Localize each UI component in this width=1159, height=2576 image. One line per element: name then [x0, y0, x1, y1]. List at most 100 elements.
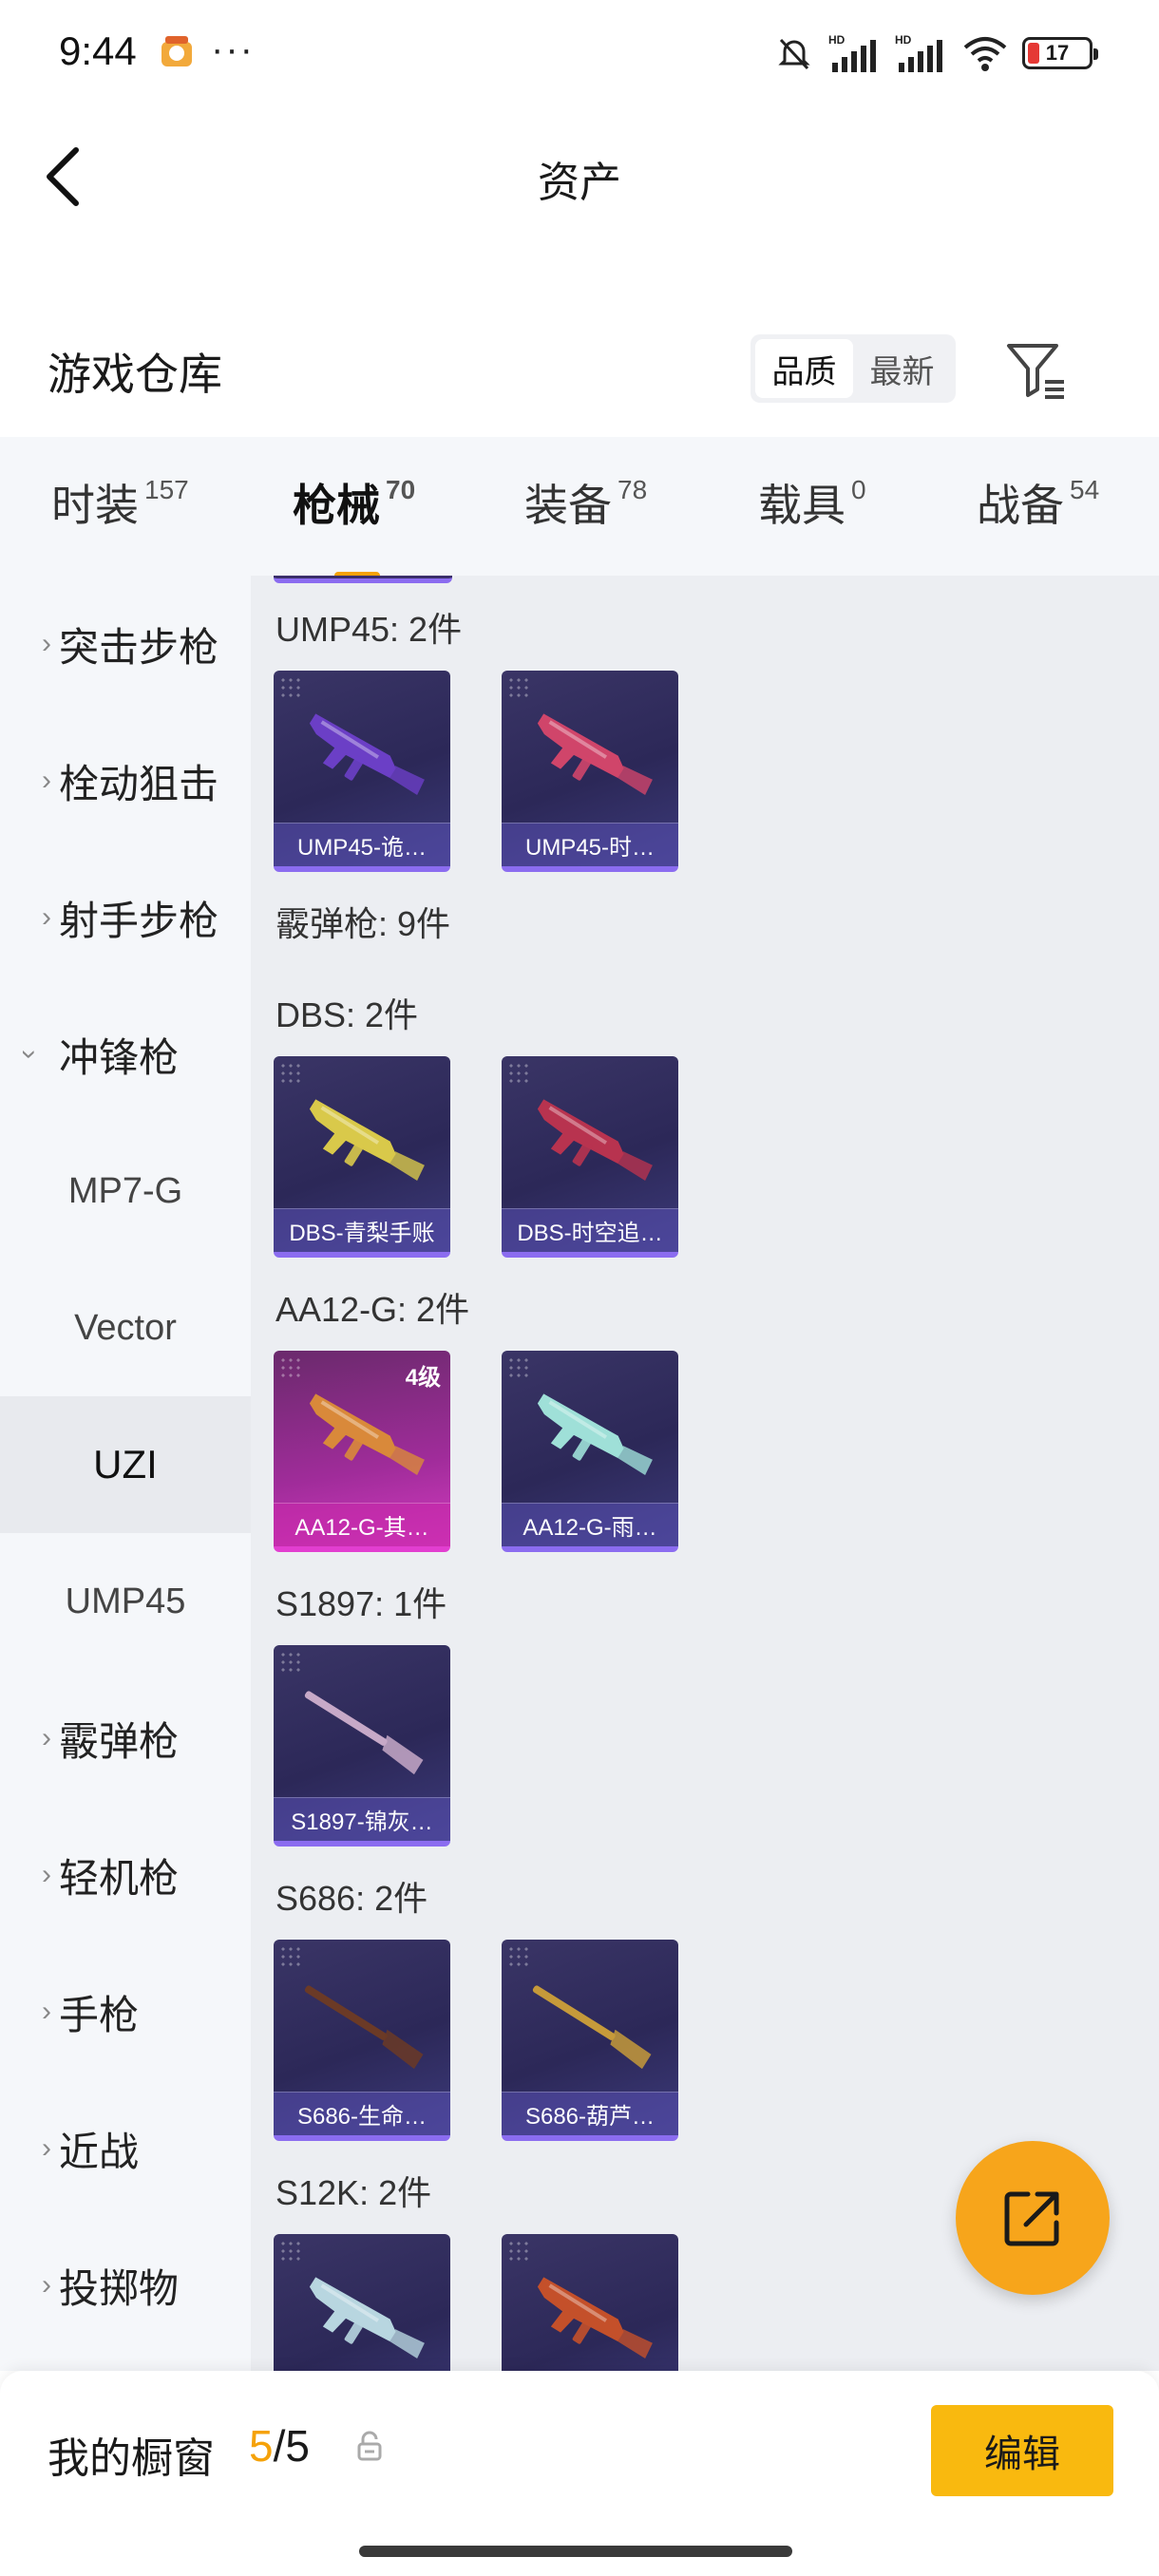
sort-by-quality[interactable]: 品质: [755, 339, 853, 398]
weapon-category-sidebar: › 突击步枪 › 栓动狙击 › 射手步枪 › 冲锋枪 MP7-G Vector …: [0, 576, 251, 2371]
sidebar-item-label: 轻机枪: [59, 1855, 180, 1901]
status-bar: 9:44 ··· HD HD 17: [0, 0, 1159, 104]
sidebar-item-lmg[interactable]: › 轻机枪: [0, 1807, 251, 1943]
sidebar-item-melee[interactable]: › 近战: [0, 2080, 251, 2217]
card-partial[interactable]: [274, 576, 452, 583]
sidebar-item-throwable[interactable]: › 投掷物: [0, 2217, 251, 2354]
skin-card[interactable]: S686-生命…: [274, 1940, 450, 2141]
card-corner-pattern: [279, 1062, 304, 1087]
smg-icon: [309, 713, 425, 796]
card-corner-pattern: [279, 676, 304, 701]
shotgun-icon: [304, 1985, 424, 2070]
group-label-dbs: DBS: 2件: [276, 995, 419, 1034]
shotgun-icon: [532, 1985, 652, 2070]
group-label-s1897: S1897: 1件: [276, 1584, 447, 1623]
card-corner-pattern: [279, 1651, 304, 1676]
tab-count: 54: [1070, 475, 1100, 504]
tab-combat-gear[interactable]: 战备 54: [977, 471, 1099, 534]
share-fab[interactable]: [956, 2141, 1110, 2295]
sidebar-item-label: 突击步枪: [59, 624, 219, 670]
shotgun-icon: [309, 1393, 425, 1476]
svg-text:HD: HD: [828, 33, 846, 47]
sidebar-subitem-mp7g[interactable]: MP7-G: [0, 1123, 251, 1260]
sort-by-newest[interactable]: 最新: [853, 339, 951, 398]
smg-icon: [537, 713, 653, 796]
showcase-label: 我的橱窗: [48, 2435, 215, 2482]
chevron-right-icon: ›: [42, 765, 51, 796]
svg-text:HD: HD: [895, 33, 912, 47]
chevron-right-icon: ›: [42, 1996, 51, 2027]
skin-card[interactable]: UMP45-诡…: [274, 671, 450, 872]
tab-label: 载具: [758, 481, 846, 530]
showcase-count-separator: /: [273, 2421, 286, 2471]
skin-name: DBS-青梨手账: [274, 1208, 450, 1252]
group-label-s686: S686: 2件: [276, 1879, 428, 1918]
weapon-content-list: UMP45: 2件 UMP45-诡… UMP45-时… 霰弹枪: 9件 DBS:…: [251, 576, 1159, 2371]
showcase-count: 5/5: [249, 2420, 310, 2472]
home-indicator: [359, 2546, 792, 2557]
sidebar-item-smg[interactable]: › 冲锋枪: [0, 986, 251, 1123]
skin-card[interactable]: AA12-G-雨…: [502, 1351, 678, 1552]
shotgun-icon: [537, 1099, 653, 1182]
skin-card[interactable]: [502, 2234, 678, 2371]
skin-name: S1897-锦灰…: [274, 1797, 450, 1841]
skin-name: AA12-G-雨…: [502, 1503, 678, 1546]
sidebar-item-pistol[interactable]: › 手枪: [0, 1943, 251, 2080]
sidebar-item-assault-rifle[interactable]: › 突击步枪: [0, 576, 251, 712]
showcase-count-current: 5: [249, 2421, 274, 2471]
card-corner-pattern: [279, 1945, 304, 1970]
shotgun-icon: [304, 1691, 424, 1775]
card-corner-pattern: [507, 1356, 532, 1381]
skin-card[interactable]: DBS-时空追…: [502, 1056, 678, 1258]
sidebar-subitem-vector[interactable]: Vector: [0, 1260, 251, 1396]
tab-count: 70: [386, 475, 416, 504]
group-label-aa12: AA12-G: 2件: [276, 1290, 470, 1329]
tab-fashion[interactable]: 时装 157: [51, 471, 189, 534]
sort-toggle: 品质 最新: [750, 334, 956, 403]
edit-button[interactable]: 编辑: [931, 2405, 1113, 2496]
status-more-dots: ···: [211, 28, 255, 70]
skin-name: AA12-G-其…: [274, 1503, 450, 1546]
sidebar-subitem-uzi[interactable]: UZI: [0, 1396, 251, 1533]
tab-equipment[interactable]: 装备 78: [524, 471, 647, 534]
tab-firearms[interactable]: 枪械 70: [293, 471, 416, 579]
sidebar-item-label: 手枪: [59, 1992, 140, 2037]
battery-icon: 17: [1022, 37, 1098, 69]
sidebar-item-shotgun[interactable]: › 霰弹枪: [0, 1670, 251, 1807]
skin-card[interactable]: UMP45-时…: [502, 671, 678, 872]
shotgun-icon: [309, 1099, 425, 1182]
page-title: 资产: [538, 160, 621, 206]
sidebar-item-bolt-sniper[interactable]: › 栓动狙击: [0, 712, 251, 849]
filter-icon[interactable]: [1003, 338, 1070, 405]
skin-card[interactable]: S686-葫芦…: [502, 1940, 678, 2141]
tab-count: 0: [851, 475, 866, 504]
chevron-right-icon: ›: [42, 1722, 51, 1753]
wifi-icon: [963, 37, 1007, 71]
app-badge-icon: [162, 36, 192, 66]
tab-label: 时装: [51, 481, 139, 530]
sidebar-subitem-ump45[interactable]: UMP45: [0, 1533, 251, 1670]
group-label-ump45: UMP45: 2件: [276, 610, 463, 649]
card-corner-pattern: [507, 1945, 532, 1970]
tab-label: 战备: [977, 481, 1064, 530]
skin-card[interactable]: 4级 AA12-G-其…: [274, 1351, 450, 1552]
skin-card[interactable]: S1897-锦灰…: [274, 1645, 450, 1847]
card-corner-pattern: [507, 1062, 532, 1087]
category-tabs: 时装 157 枪械 70 装备 78 载具 0 战备 54: [0, 437, 1159, 579]
lock-icon: [357, 2431, 382, 2461]
tab-label: 枪械: [293, 481, 380, 530]
warehouse-row: 游戏仓库 品质 最新: [0, 323, 1159, 418]
sidebar-item-marksman-rifle[interactable]: › 射手步枪: [0, 849, 251, 986]
warehouse-title: 游戏仓库: [48, 350, 222, 399]
card-corner-pattern: [507, 676, 532, 701]
skin-card[interactable]: [274, 2234, 450, 2371]
shotgun-icon: [309, 2277, 425, 2359]
sidebar-item-label: 射手步枪: [59, 898, 219, 943]
mute-icon: [778, 38, 810, 70]
tab-vehicles[interactable]: 载具 0: [758, 471, 866, 534]
status-time: 9:44: [59, 28, 137, 73]
chevron-right-icon: ›: [42, 628, 51, 659]
skin-name: UMP45-时…: [502, 823, 678, 866]
skin-card[interactable]: DBS-青梨手账: [274, 1056, 450, 1258]
showcase-count-total: 5: [285, 2421, 310, 2471]
